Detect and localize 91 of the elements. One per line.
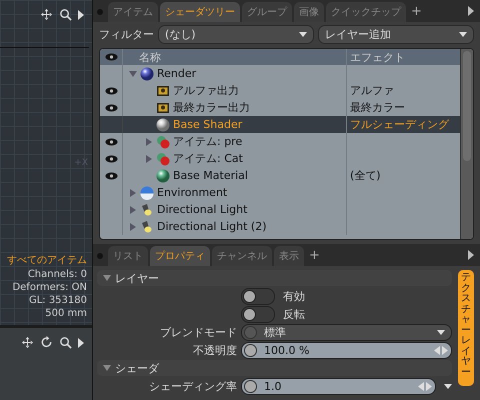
filter-dropdown[interactable]: (なし) — [158, 25, 314, 44]
tree-row[interactable]: アイテム: Cat — [100, 150, 460, 167]
search-icon[interactable] — [59, 336, 72, 349]
panel-tab[interactable]: 画像 — [294, 2, 324, 22]
filter-label: フィルター — [99, 27, 154, 42]
section-header[interactable]: レイヤー — [97, 270, 452, 286]
scrollbar[interactable] — [460, 49, 473, 239]
effect-name: アルファ — [350, 83, 394, 98]
light-icon — [140, 220, 154, 234]
toggle-label: 反転 — [282, 306, 305, 322]
stat-text: GL: 353180 — [28, 295, 87, 306]
item-name: 最終カラー出力 — [173, 100, 250, 115]
toggle-switch[interactable] — [241, 288, 275, 304]
dropdown-caret-icon[interactable] — [299, 32, 307, 37]
sphere-icon — [140, 66, 154, 80]
add-tab-button[interactable]: + — [408, 1, 425, 22]
viewport[interactable] — [0, 328, 92, 400]
collapsed-arrow-icon[interactable] — [129, 206, 137, 214]
stat-text: 500 mm — [45, 308, 87, 319]
property-label: ブレンドモード — [159, 324, 237, 340]
toggle-label: 有効 — [282, 288, 305, 304]
dropdown-caret-icon[interactable] — [444, 384, 452, 388]
effect-name: 最終カラー — [350, 100, 405, 115]
eye-icon[interactable] — [104, 172, 118, 180]
column-header[interactable]: 名称 — [123, 50, 346, 64]
property-label: シェーディング率 — [148, 378, 237, 394]
search-icon[interactable] — [59, 8, 72, 21]
collapsed-arrow-icon[interactable] — [129, 222, 137, 230]
collapsed-arrow-icon[interactable] — [145, 154, 153, 162]
eye-icon[interactable] — [104, 104, 118, 112]
item-name: アルファ出力 — [173, 83, 239, 98]
panel-tab[interactable]: チャンネル — [212, 246, 272, 266]
picture-icon — [156, 100, 170, 114]
selection-label: すべてのアイテム — [7, 254, 87, 267]
eye-icon[interactable] — [104, 138, 118, 146]
item-name: Directional Light (2) — [157, 220, 267, 233]
collapsed-arrow-icon[interactable] — [145, 138, 153, 146]
material-icon — [156, 152, 170, 166]
item-name: Render — [157, 67, 196, 80]
number-field[interactable]: 100.0 % — [241, 342, 452, 358]
collapsed-arrow-icon[interactable] — [129, 188, 137, 196]
section-header[interactable]: シェーダ — [97, 360, 452, 376]
expanded-arrow-icon[interactable] — [129, 70, 137, 78]
side-tab[interactable]: テクスチャーレイヤー — [458, 270, 474, 386]
add-tab-button[interactable]: + — [306, 245, 323, 266]
eye-icon[interactable] — [104, 53, 118, 61]
collapse-triangle-icon[interactable] — [103, 365, 111, 371]
rotate-icon[interactable] — [40, 336, 53, 349]
move-icon[interactable] — [21, 336, 34, 349]
panel-tab[interactable]: グループ — [242, 2, 292, 22]
effect-name: フルシェーディング — [350, 117, 449, 132]
material-icon — [156, 134, 170, 148]
panel-tab[interactable]: リスト — [108, 246, 148, 266]
stat-text: Channels: 0 — [28, 269, 87, 280]
item-name: Environment — [157, 186, 228, 199]
light-icon — [140, 202, 154, 216]
property-label: 不透明度 — [192, 342, 237, 358]
tree-row[interactable]: Base Material (全て) — [100, 167, 460, 184]
panel-tab[interactable]: シェーダツリー — [160, 2, 240, 22]
effect-name: (全て) — [350, 168, 381, 183]
item-name: アイテム: pre — [173, 134, 242, 149]
eye-icon[interactable] — [104, 86, 118, 94]
panel-tab[interactable]: クイックチップ — [326, 2, 406, 22]
panel-tab[interactable]: アイテム — [108, 2, 158, 22]
tree-row[interactable]: アルファ出力 アルファ — [100, 82, 460, 99]
dropdown-caret-icon[interactable] — [459, 32, 467, 37]
blend-mode-dropdown[interactable]: 標準 — [241, 324, 452, 340]
eye-icon[interactable] — [104, 154, 118, 162]
arrow-right-icon[interactable] — [78, 338, 84, 348]
add-layer-dropdown[interactable]: レイヤー追加 — [318, 25, 474, 44]
number-field[interactable]: 1.0 — [241, 378, 436, 394]
item-name: Base Material — [173, 169, 248, 182]
tree-row[interactable]: Environment — [100, 184, 460, 201]
dropdown-caret-icon[interactable] — [437, 330, 445, 334]
sphere-icon — [156, 168, 170, 182]
panel-tab[interactable]: プロパティ — [150, 246, 210, 266]
stat-text: Deformers: ON — [12, 282, 87, 293]
panel-tab[interactable]: 表示 — [274, 246, 304, 266]
environment-icon — [140, 186, 154, 200]
item-name: アイテム: Cat — [173, 151, 243, 166]
sphere-icon — [156, 118, 170, 132]
toggle-switch[interactable] — [241, 306, 275, 322]
arrow-right-icon[interactable] — [78, 10, 84, 20]
item-name: Base Shader — [173, 118, 242, 131]
collapse-triangle-icon[interactable] — [103, 275, 111, 281]
tree-row[interactable]: アイテム: pre — [100, 133, 460, 150]
move-icon[interactable] — [40, 8, 53, 21]
tree-row[interactable]: Base Shader フルシェーディング — [100, 116, 460, 133]
picture-icon — [156, 84, 170, 98]
item-name: Directional Light — [157, 203, 248, 216]
tree-row[interactable]: Render — [100, 65, 460, 82]
